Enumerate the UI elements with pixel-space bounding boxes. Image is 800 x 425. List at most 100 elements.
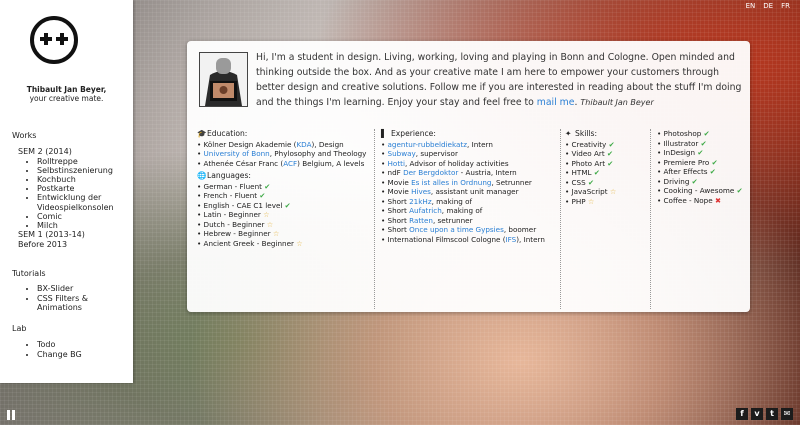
- experience-item-link[interactable]: IFS: [506, 235, 517, 244]
- facebook-icon[interactable]: f: [736, 408, 748, 420]
- nav-item-comic[interactable]: Comic: [37, 212, 114, 221]
- check-icon: ✔: [605, 158, 614, 168]
- experience-item-link[interactable]: Hives: [411, 187, 431, 196]
- skill-item-label: Driving: [663, 176, 690, 186]
- skill-item-label: Illustrator: [663, 138, 699, 148]
- nav-item-entwicklung[interactable]: Entwicklung derVideospielkonsolen: [37, 193, 114, 211]
- star-icon: ☆: [260, 210, 270, 219]
- skill-item: Cooking - Awesome ✔: [657, 186, 749, 196]
- nav-item-bx-slider[interactable]: BX-Slider: [37, 284, 88, 294]
- check-icon: ✔: [585, 177, 594, 187]
- languages-list: German - Fluent ✔French - Fluent ✔Englis…: [197, 182, 372, 249]
- skill-item-label: Coffee - Nope: [663, 195, 713, 205]
- nav-heading-tutorials: Tutorials: [12, 269, 46, 278]
- nav-item-rolltreppe[interactable]: Rolltreppe: [37, 157, 114, 166]
- vimeo-icon[interactable]: v: [751, 408, 763, 420]
- skill-item: JavaScript ☆: [565, 187, 645, 197]
- experience-item-link[interactable]: Once upon a time Gypsies: [409, 225, 504, 234]
- plus-plus-logo-icon[interactable]: [29, 15, 79, 65]
- menu-bars-icon[interactable]: [7, 410, 15, 420]
- experience-item: Short Once upon a time Gypsies, boomer: [381, 225, 561, 235]
- nav-item-kochbuch[interactable]: Kochbuch: [37, 175, 114, 184]
- experience-item: Hotti, Advisor of holiday activities: [381, 159, 561, 169]
- nav-item-sem2[interactable]: SEM 2 (2014): [18, 147, 114, 157]
- column-divider: [374, 129, 375, 309]
- check-icon: ✔: [257, 191, 266, 200]
- experience-item-link[interactable]: agentur-rubbeldiekatz: [388, 140, 467, 149]
- twitter-icon[interactable]: t: [766, 408, 778, 420]
- nav-item-selbstinszenierung[interactable]: Selbstinszenierung: [37, 166, 114, 175]
- experience-item-text: ), Intern: [516, 234, 545, 244]
- language-item-label: English - CAE C1 level: [203, 200, 283, 210]
- nav-item-css-filters[interactable]: CSS Filters &Animations: [37, 294, 88, 313]
- skill-item: InDesign ✔: [657, 148, 749, 158]
- education-item-text: Kölner Design Akademie (: [203, 139, 297, 149]
- language-switcher: EN DE FR: [746, 2, 790, 10]
- star-icon: ☆: [585, 196, 595, 206]
- education-title: Education:: [207, 129, 248, 138]
- skill-item: Illustrator ✔: [657, 139, 749, 149]
- education-item-link[interactable]: KDA: [296, 140, 311, 149]
- skill-item: HTML ✔: [565, 168, 645, 178]
- experience-item-link[interactable]: Es ist alles in Ordnung: [411, 178, 491, 187]
- experience-item: Short Ratten, setrunner: [381, 216, 561, 226]
- experience-item-text: Movie: [387, 177, 412, 187]
- education-item-link[interactable]: University of Bonn: [204, 149, 270, 158]
- skill-item: Creativity ✔: [565, 140, 645, 150]
- language-item-label: Ancient Greek - Beginner: [203, 238, 294, 248]
- experience-item-text: Short: [387, 196, 410, 206]
- experience-item-link[interactable]: 21kHz: [409, 197, 432, 206]
- experience-item-text: - Austria, Intern: [458, 168, 517, 177]
- works-list: SEM 2 (2014) Rolltreppe Selbstinszenieru…: [18, 147, 114, 249]
- nav-item-todo[interactable]: Todo: [37, 340, 82, 350]
- language-item: French - Fluent ✔: [197, 191, 372, 201]
- skill-item-label: Video Art: [571, 149, 605, 158]
- skills-column-2: Photoshop ✔Illustrator ✔InDesign ✔Premie…: [657, 129, 749, 205]
- education-item-link[interactable]: ACF: [283, 159, 297, 168]
- skill-item-label: Photoshop: [663, 129, 702, 138]
- intro-end: .: [574, 97, 578, 108]
- nav-item-change-bg[interactable]: Change BG: [37, 350, 82, 360]
- skill-item: PHP ☆: [565, 197, 645, 207]
- skills-heading: ✦ Skills:: [565, 129, 645, 139]
- lang-de[interactable]: DE: [763, 2, 773, 10]
- nav-item-postkarte[interactable]: Postkarte: [37, 184, 114, 193]
- mail-me-link[interactable]: mail me: [537, 97, 575, 108]
- lang-en[interactable]: EN: [746, 2, 756, 10]
- education-item: University of Bonn, Phylosophy and Theol…: [197, 149, 372, 159]
- experience-item: ndF Der Bergdoktor - Austria, Intern: [381, 168, 561, 178]
- experience-item-link[interactable]: Hotti: [388, 159, 405, 168]
- skill-item: Coffee - Nope ✖: [657, 196, 749, 206]
- tutorials-list: BX-Slider CSS Filters &Animations: [18, 284, 88, 313]
- experience-item-link[interactable]: Der Bergdoktor: [403, 168, 458, 177]
- check-icon: ✔: [591, 168, 600, 177]
- check-icon: ✔: [689, 176, 698, 186]
- nav-item-before-2013[interactable]: Before 2013: [18, 240, 114, 250]
- check-icon: ✔: [606, 139, 615, 149]
- nav-item-sem1[interactable]: SEM 1 (2013-14): [18, 230, 114, 240]
- skill-item-label: After Effects: [663, 167, 708, 176]
- column-divider: [650, 129, 651, 309]
- experience-item-text: , Setrunner: [491, 177, 532, 187]
- skill-item-label: Premiere Pro: [663, 157, 710, 167]
- experience-item-text: , setrunner: [432, 215, 473, 225]
- check-icon: ✔: [698, 138, 707, 148]
- experience-item-text: Movie: [387, 187, 412, 196]
- experience-item-link[interactable]: Subway: [388, 149, 416, 158]
- skills-list-2: Photoshop ✔Illustrator ✔InDesign ✔Premie…: [657, 129, 749, 205]
- skills-list-1: Creativity ✔Video Art ✔Photo Art ✔HTML ✔…: [565, 140, 645, 207]
- skills-title: Skills:: [575, 129, 598, 138]
- lang-fr[interactable]: FR: [781, 2, 790, 10]
- check-icon: ✔: [261, 181, 271, 191]
- experience-item-link[interactable]: Aufatrich: [409, 206, 442, 215]
- education-item-text: , Phylosophy and Theology: [269, 149, 367, 158]
- skills-column-1: ✦Skills: Creativity ✔Video Art ✔Photo Ar…: [565, 129, 645, 206]
- cross-icon: ✖: [712, 195, 721, 205]
- experience-item-link[interactable]: Ratten: [409, 216, 433, 225]
- nav-item-milch[interactable]: Milch: [37, 221, 114, 230]
- language-item: Ancient Greek - Beginner ☆: [197, 239, 372, 249]
- skill-item-label: JavaScript: [571, 187, 608, 196]
- nav-heading-works: Works: [12, 131, 37, 140]
- language-item-label: French - Fluent: [203, 191, 258, 200]
- mail-icon[interactable]: ✉: [781, 408, 793, 420]
